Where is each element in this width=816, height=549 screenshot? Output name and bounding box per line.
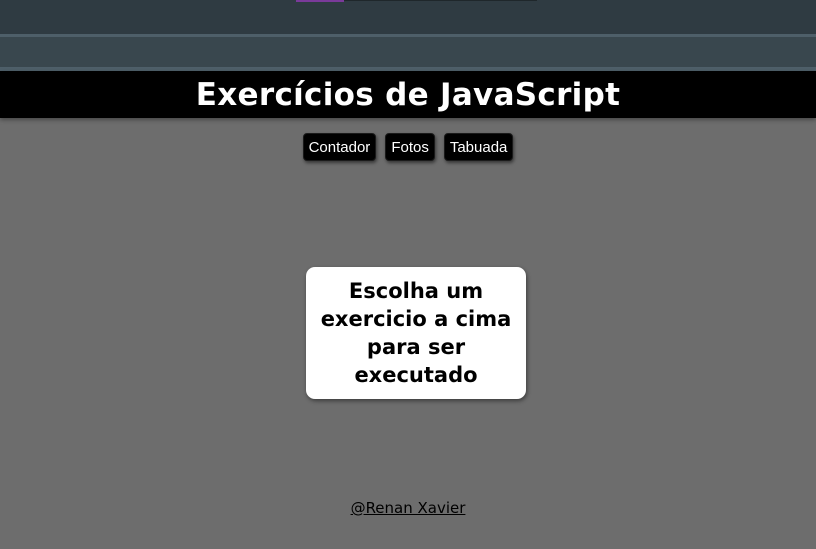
page-header: Exercícios de JavaScript [0,71,816,118]
page-title: Exercícios de JavaScript [195,76,621,113]
footer: @Renan Xavier [0,498,816,517]
browser-toolbar [0,37,816,67]
instruction-text: Escolha um exercicio a cima para ser exe… [320,279,512,387]
tab-edge [344,0,537,1]
exercise-nav: Contador Fotos Tabuada [0,133,816,161]
instruction-card: Escolha um exercicio a cima para ser exe… [306,267,526,399]
author-link[interactable]: @Renan Xavier [351,499,466,517]
fotos-button[interactable]: Fotos [385,133,435,161]
tabuada-button[interactable]: Tabuada [443,133,514,161]
contador-button[interactable]: Contador [302,133,377,161]
browser-tab-strip [0,0,816,34]
active-tab-indicator [296,0,344,2]
